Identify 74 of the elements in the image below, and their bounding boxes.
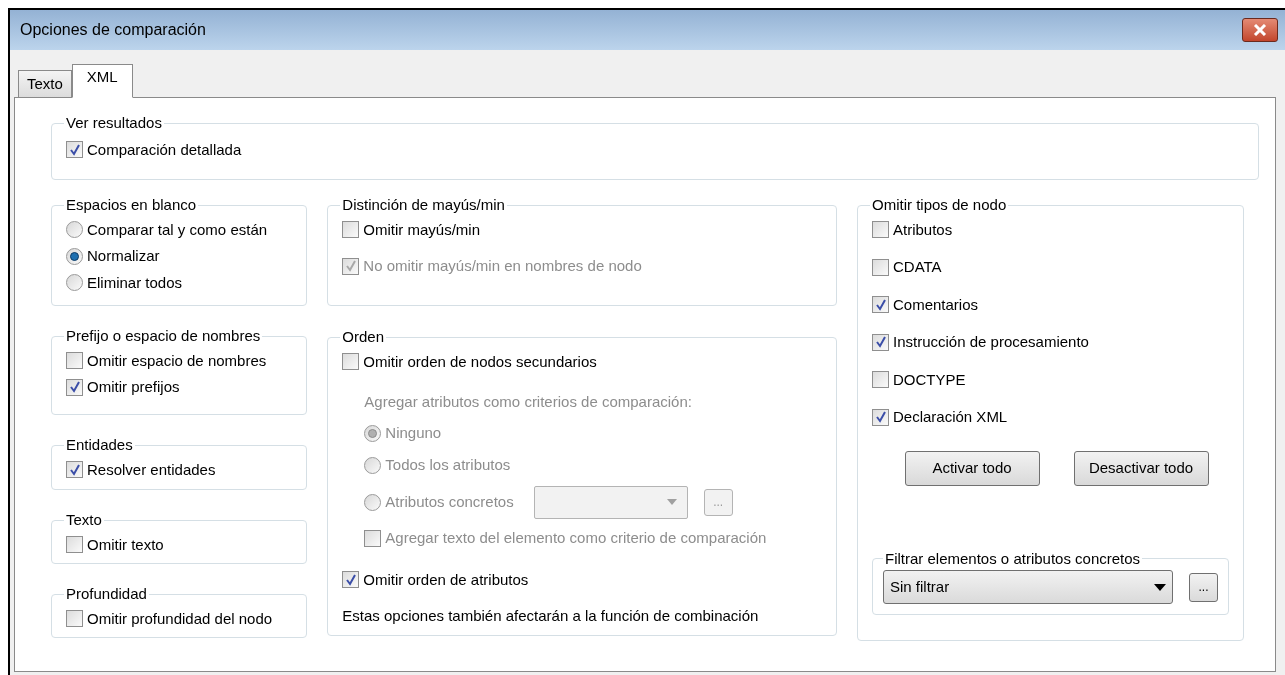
radio-button[interactable] — [66, 247, 83, 265]
check-icon — [874, 336, 887, 349]
window-title: Opciones de comparación — [20, 20, 206, 40]
group-title: Espacios en blanco — [65, 195, 198, 215]
checkbox[interactable] — [872, 296, 889, 314]
checkbox[interactable] — [872, 333, 889, 351]
checkbox[interactable] — [872, 371, 889, 389]
option-label: Declaración XML — [893, 407, 1008, 427]
checkbox[interactable] — [872, 258, 889, 276]
check-icon — [68, 463, 81, 476]
group-title: Filtrar elementos o atributos concretos — [884, 548, 1142, 569]
option-label: Comentarios — [893, 294, 979, 315]
push-button[interactable]: Desactivar todo — [1073, 450, 1209, 486]
check-icon — [344, 573, 357, 586]
option-label: Omitir orden de nodos secundarios — [363, 351, 597, 372]
checkbox[interactable] — [66, 378, 83, 396]
option-label: Omitir mayús/min — [363, 219, 480, 240]
checkbox[interactable] — [872, 221, 889, 239]
group-title: Prefijo o espacio de nombres — [65, 326, 262, 346]
checkbox[interactable] — [66, 610, 83, 628]
close-icon — [1252, 24, 1268, 36]
option-label: Atributos — [893, 219, 953, 240]
option-label: Comparación detallada — [87, 139, 242, 160]
group-title: Distinción de mayús/min — [341, 195, 506, 215]
option-label: CDATA — [893, 257, 942, 277]
note-text: Estas opciones también afectarán a la función de combinación — [342, 606, 759, 626]
option-label: Instrucción de procesamiento — [893, 332, 1089, 352]
checkbox[interactable] — [66, 461, 83, 479]
dropdown-arrow-icon — [1154, 583, 1166, 591]
dropdown[interactable] — [533, 485, 688, 519]
check-icon — [68, 143, 81, 156]
checkbox[interactable] — [66, 352, 83, 370]
option-label: Agregar texto del elemento como criterio de comparación — [385, 528, 767, 549]
option-label: Ninguno — [385, 423, 442, 444]
group-title: Ver resultados — [65, 113, 163, 133]
option-label: Todos los atributos — [385, 455, 511, 476]
checkbox[interactable] — [342, 353, 360, 371]
close-button[interactable] — [1242, 18, 1278, 42]
note-text: Agregar atributos como criterios de comparación: — [364, 392, 692, 412]
check-icon — [874, 411, 887, 424]
option-label: Comparar tal y como están — [87, 219, 268, 240]
push-button[interactable]: Activar todo — [904, 450, 1040, 486]
tab[interactable]: XML — [71, 64, 133, 98]
dropdown[interactable]: Sin filtrar — [883, 570, 1173, 604]
option-label: Omitir espacio de nombres — [87, 350, 267, 371]
checkbox[interactable] — [66, 536, 83, 554]
tab[interactable]: Texto — [18, 70, 72, 97]
check-icon — [874, 298, 887, 311]
option-label: Omitir orden de atributos — [363, 569, 529, 590]
dropdown-value: Sin filtrar — [890, 576, 950, 597]
group-title: Entidades — [65, 435, 134, 455]
check-icon — [68, 381, 81, 394]
group-title: Profundidad — [65, 584, 148, 604]
check-icon — [344, 260, 357, 273]
option-label: No omitir mayús/min en nombres de nodo — [363, 256, 642, 276]
option-label: Normalizar — [87, 246, 160, 266]
option-label: Omitir texto — [87, 534, 164, 555]
radio-button[interactable] — [66, 221, 83, 239]
option-label: Resolver entidades — [87, 459, 216, 480]
option-label: Omitir profundidad del nodo — [87, 608, 273, 629]
option-label: Eliminar todos — [87, 272, 183, 293]
ellipsis-button[interactable]: ... — [1189, 572, 1218, 602]
checkbox[interactable] — [66, 141, 83, 159]
checkbox[interactable] — [342, 571, 360, 589]
group-title: Omitir tipos de nodo — [871, 195, 1008, 215]
group-title: Orden — [341, 327, 385, 347]
option-label: Atributos concretos — [385, 491, 514, 512]
checkbox[interactable] — [342, 221, 360, 239]
dropdown-arrow-icon — [666, 499, 677, 505]
radio-button[interactable] — [66, 274, 83, 292]
checkbox[interactable] — [872, 408, 889, 426]
group-title: Texto — [65, 510, 103, 530]
option-label: DOCTYPE — [893, 369, 966, 390]
option-label: Omitir prefijos — [87, 377, 180, 397]
